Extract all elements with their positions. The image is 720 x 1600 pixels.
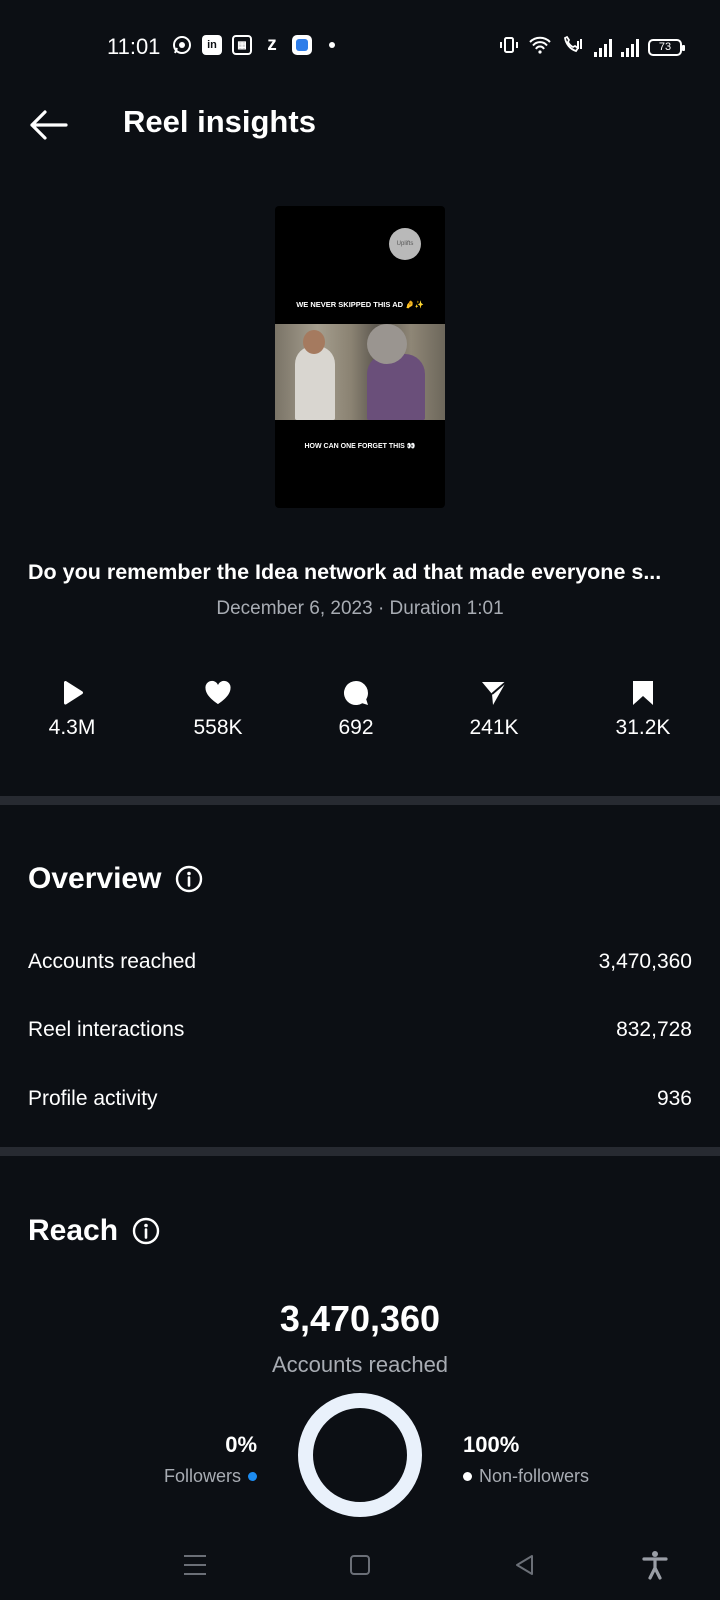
zomato-icon: z	[267, 34, 277, 55]
notification-icons: in ▦ z	[172, 34, 342, 55]
wifi-icon	[528, 35, 552, 60]
home-square-icon	[350, 1555, 370, 1575]
system-nav-bar	[0, 1530, 720, 1600]
wifi-call-icon	[561, 35, 585, 60]
play-icon	[22, 678, 122, 708]
menu-button[interactable]	[170, 1540, 220, 1590]
info-icon[interactable]	[175, 865, 203, 893]
app-icon	[292, 35, 312, 55]
frame-person-left	[295, 346, 335, 420]
reach-total-label: Accounts reached	[271, 1352, 449, 1377]
thumbnail-logo: Uplifts	[389, 228, 421, 260]
reach-donut-chart	[298, 1393, 422, 1517]
linkedin-icon: in	[202, 35, 222, 55]
overview-row-profile-activity[interactable]: Profile activity 936	[28, 1087, 692, 1111]
heart-icon	[168, 678, 268, 708]
accessibility-button[interactable]	[630, 1540, 680, 1590]
arrow-left-icon	[30, 110, 68, 140]
whatsapp-icon	[172, 35, 192, 55]
followers-dot	[248, 1472, 257, 1481]
share-icon	[444, 678, 544, 708]
stat-plays: 4.3M	[22, 678, 122, 740]
system-icons: 73	[499, 35, 685, 60]
accessibility-icon	[642, 1551, 668, 1580]
thumbnail-bottom-text: HOW CAN ONE FORGET THIS 👀	[304, 443, 416, 450]
news-icon: ▦	[232, 35, 252, 55]
stat-likes: 558K	[168, 678, 268, 740]
reel-meta: December 6, 2023 · Duration 1:01	[216, 598, 504, 619]
stat-saves: 31.2K	[593, 678, 693, 740]
status-bar: 11:01 in ▦ z 73	[0, 0, 720, 90]
vibrate-icon	[499, 35, 519, 60]
reel-caption: Do you remember the Idea network ad that…	[28, 560, 662, 584]
battery-icon: 73	[648, 39, 685, 56]
home-button[interactable]	[335, 1540, 385, 1590]
signal-1-icon	[594, 38, 612, 57]
reel-thumbnail[interactable]: Uplifts WE NEVER SKIPPED THIS AD 🤌✨ HOW …	[275, 206, 445, 508]
frame-person-right	[367, 354, 425, 420]
reach-total: 3,470,360	[279, 1298, 441, 1339]
status-time: 11:01	[107, 34, 161, 59]
reach-heading: Reach	[28, 1214, 160, 1248]
section-divider	[0, 1147, 720, 1156]
signal-2-icon	[621, 38, 639, 57]
legend-followers: 0% Followers	[163, 1432, 257, 1486]
section-divider	[0, 796, 720, 805]
dot-icon	[322, 35, 342, 55]
bookmark-icon	[593, 678, 693, 708]
overview-heading: Overview	[28, 862, 203, 896]
frame-person-right-head	[367, 324, 407, 364]
back-triangle-icon	[516, 1555, 533, 1575]
non-followers-dot	[463, 1472, 472, 1481]
stat-shares: 241K	[444, 678, 544, 740]
frame-person-left-head	[303, 330, 325, 354]
overview-row-reel-interactions[interactable]: Reel interactions 832,728	[28, 1018, 692, 1042]
menu-icon	[184, 1555, 206, 1575]
back-nav-button[interactable]	[500, 1540, 550, 1590]
comment-icon	[306, 678, 406, 708]
back-button[interactable]	[26, 105, 70, 145]
overview-row-accounts-reached[interactable]: Accounts reached 3,470,360	[28, 950, 692, 974]
legend-non-followers: 100% Non-followers	[463, 1432, 590, 1486]
info-icon[interactable]	[132, 1217, 160, 1245]
page-title: Reel insights	[123, 104, 316, 139]
thumbnail-top-text: WE NEVER SKIPPED THIS AD 🤌✨	[296, 300, 424, 309]
stat-comments: 692	[306, 678, 406, 740]
thumbnail-video-frame	[275, 324, 445, 420]
